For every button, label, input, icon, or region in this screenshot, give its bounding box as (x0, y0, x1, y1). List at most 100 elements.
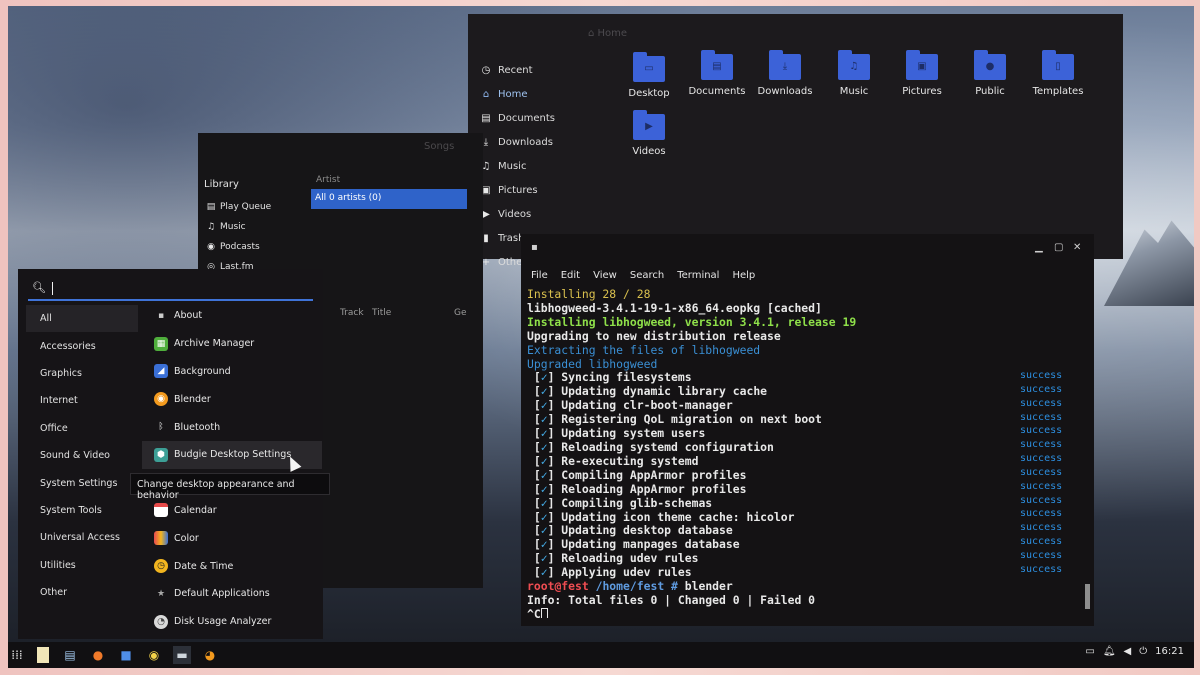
folder-public[interactable]: ● Public (955, 50, 1025, 97)
files-icon[interactable]: ▤ (61, 646, 79, 664)
category-internet[interactable]: Internet (26, 387, 138, 414)
app-label: About (174, 310, 203, 322)
files-window-title: ⌂ Home (588, 28, 628, 39)
folder-music[interactable]: ♫ Music (819, 50, 889, 97)
notes-icon[interactable] (37, 647, 49, 663)
templates-folder-icon: ▯ (1042, 50, 1074, 80)
software-icon[interactable]: ■ (117, 646, 135, 664)
task-line: [✓] Updating clr-boot-manager (527, 398, 733, 413)
firefox-icon[interactable]: ● (89, 646, 107, 664)
category-accessories[interactable]: Accessories (26, 332, 138, 359)
sidebar-item-music[interactable]: ♫ Music (480, 154, 610, 178)
app-blender[interactable]: ◉ Blender (142, 385, 322, 413)
app-disk-usage-analyzer[interactable]: ◔ Disk Usage Analyzer (142, 608, 322, 636)
app-label: Date & Time (174, 560, 234, 572)
installing-line: Installing 28 / 28 (527, 288, 651, 301)
music-player-icon[interactable]: ◉ (145, 646, 163, 664)
public-folder-icon: ● (974, 50, 1006, 80)
app-archive-manager[interactable]: ▦ Archive Manager (142, 330, 322, 358)
status-success: success (1020, 536, 1063, 548)
library-item-music[interactable]: ♫ Music (206, 217, 271, 237)
music-folder-icon: ♫ (838, 50, 870, 80)
category-utilities[interactable]: Utilities (26, 552, 138, 579)
sidebar-item-videos[interactable]: ▶ Videos (480, 202, 610, 226)
folder-label: Downloads (757, 86, 813, 97)
app-label: Color (174, 532, 199, 544)
genre-column-header[interactable]: Ge (454, 308, 467, 318)
folder-videos[interactable]: ▶ Videos (614, 110, 684, 157)
installed-line: Installing libhogweed, version 3.4.1, re… (527, 314, 857, 329)
library-header: Library (204, 179, 239, 190)
status-success: success (1020, 508, 1063, 520)
title-column-header[interactable]: Title (372, 308, 391, 318)
prompt-line: root@fest /home/fest # blender (527, 579, 733, 594)
upgraded-line: Upgraded libhogweed (527, 356, 658, 371)
artist-all-row[interactable]: All 0 artists (0) (311, 189, 467, 209)
library-item-podcasts[interactable]: ◉ Podcasts (206, 237, 271, 257)
menu-search[interactable]: 🔍︎ (28, 279, 313, 301)
app-menu-icon[interactable]: ⁞⁞⁞ (8, 646, 26, 664)
minimize-icon[interactable]: ▁ (1035, 242, 1043, 253)
blender-panel-icon[interactable]: ◕ (201, 646, 219, 664)
close-icon[interactable]: ✕ (1073, 242, 1081, 253)
folder-documents[interactable]: ▤ Documents (682, 50, 752, 97)
status-success: success (1020, 425, 1063, 437)
bottom-panel: ⁞⁞⁞ ▤ ● ■ ◉ ▬ ◕ ▭ 🔔︎ ◀ ⏻ 16:21 (8, 642, 1194, 668)
info-line: Info: Total files 0 | Changed 0 | Failed… (527, 592, 816, 607)
clock[interactable]: 16:21 (1155, 646, 1184, 657)
menu-terminal[interactable]: Terminal (677, 270, 719, 281)
upgrading-line: Upgrading to new distribution release (527, 328, 781, 343)
menu-search[interactable]: Search (630, 270, 664, 281)
category-sound-video[interactable]: Sound & Video (26, 442, 138, 469)
category-all[interactable]: All (26, 305, 138, 333)
documents-folder-icon: ▤ (701, 50, 733, 80)
app-date-time[interactable]: ◷ Date & Time (142, 552, 322, 580)
library-item-play-queue[interactable]: ▤ Play Queue (206, 197, 271, 217)
sidebar-item-label: Home (498, 88, 528, 100)
queue-icon: ▤ (206, 202, 216, 212)
category-graphics[interactable]: Graphics (26, 360, 138, 387)
volume-icon[interactable]: ◀ (1124, 646, 1132, 657)
power-icon[interactable]: ⏻ (1139, 646, 1147, 657)
folder-desktop[interactable]: ▭ Desktop (614, 52, 684, 99)
sidebar-item-documents[interactable]: ▤ Documents (480, 106, 610, 130)
app-bluetooth[interactable]: ᛒ Bluetooth (142, 413, 322, 441)
sidebar-item-recent[interactable]: ◷ Recent (480, 58, 610, 82)
app-about[interactable]: ▪ About (142, 302, 322, 330)
terminal-scrollbar[interactable] (1085, 584, 1090, 609)
menu-edit[interactable]: Edit (561, 270, 580, 281)
sidebar-item-downloads[interactable]: ⤓ Downloads (480, 130, 610, 154)
track-column-header[interactable]: Track (340, 308, 364, 318)
maximize-icon[interactable]: ▢ (1054, 242, 1063, 253)
folder-templates[interactable]: ▯ Templates (1023, 50, 1093, 97)
menu-file[interactable]: File (531, 270, 548, 281)
search-icon: 🔍︎ (32, 281, 46, 294)
terminal-output[interactable]: Installing 28 / 28 libhogweed-3.4.1-19-1-… (527, 288, 1082, 618)
folder-downloads[interactable]: ⤓ Downloads (750, 50, 820, 97)
category-office[interactable]: Office (26, 415, 138, 442)
category-system-settings[interactable]: System Settings (26, 469, 138, 496)
app-label: Background (174, 365, 231, 377)
app-background[interactable]: ◢ Background (142, 358, 322, 386)
app-color[interactable]: Color (142, 524, 322, 552)
category-system-tools[interactable]: System Tools (26, 497, 138, 524)
sidebar-item-pictures[interactable]: ▣ Pictures (480, 178, 610, 202)
display-icon[interactable]: ▭ (1085, 646, 1094, 657)
category-other[interactable]: Other (26, 579, 138, 606)
library-item-label: Podcasts (220, 242, 260, 252)
notifications-icon[interactable]: 🔔︎ (1103, 646, 1116, 657)
sidebar-item-home[interactable]: ⌂ Home (480, 82, 610, 106)
sidebar-item-label: Downloads (498, 136, 553, 148)
app-default-applications[interactable]: ★ Default Applications (142, 580, 322, 608)
terminal-window: ▪ ▁ ▢ ✕ File Edit View Search Terminal H… (521, 234, 1094, 626)
category-universal-access[interactable]: Universal Access (26, 524, 138, 551)
menu-help[interactable]: Help (732, 270, 755, 281)
task-line: [✓] Re-executing systemd (527, 453, 699, 468)
terminal-menubar: File Edit View Search Terminal Help (531, 270, 755, 281)
folder-pictures[interactable]: ▣ Pictures (887, 50, 957, 97)
folder-label: Pictures (902, 86, 942, 97)
status-success: success (1020, 480, 1063, 492)
folder-label: Templates (1032, 86, 1084, 97)
menu-view[interactable]: View (593, 270, 617, 281)
terminal-icon[interactable]: ▬ (173, 646, 191, 664)
